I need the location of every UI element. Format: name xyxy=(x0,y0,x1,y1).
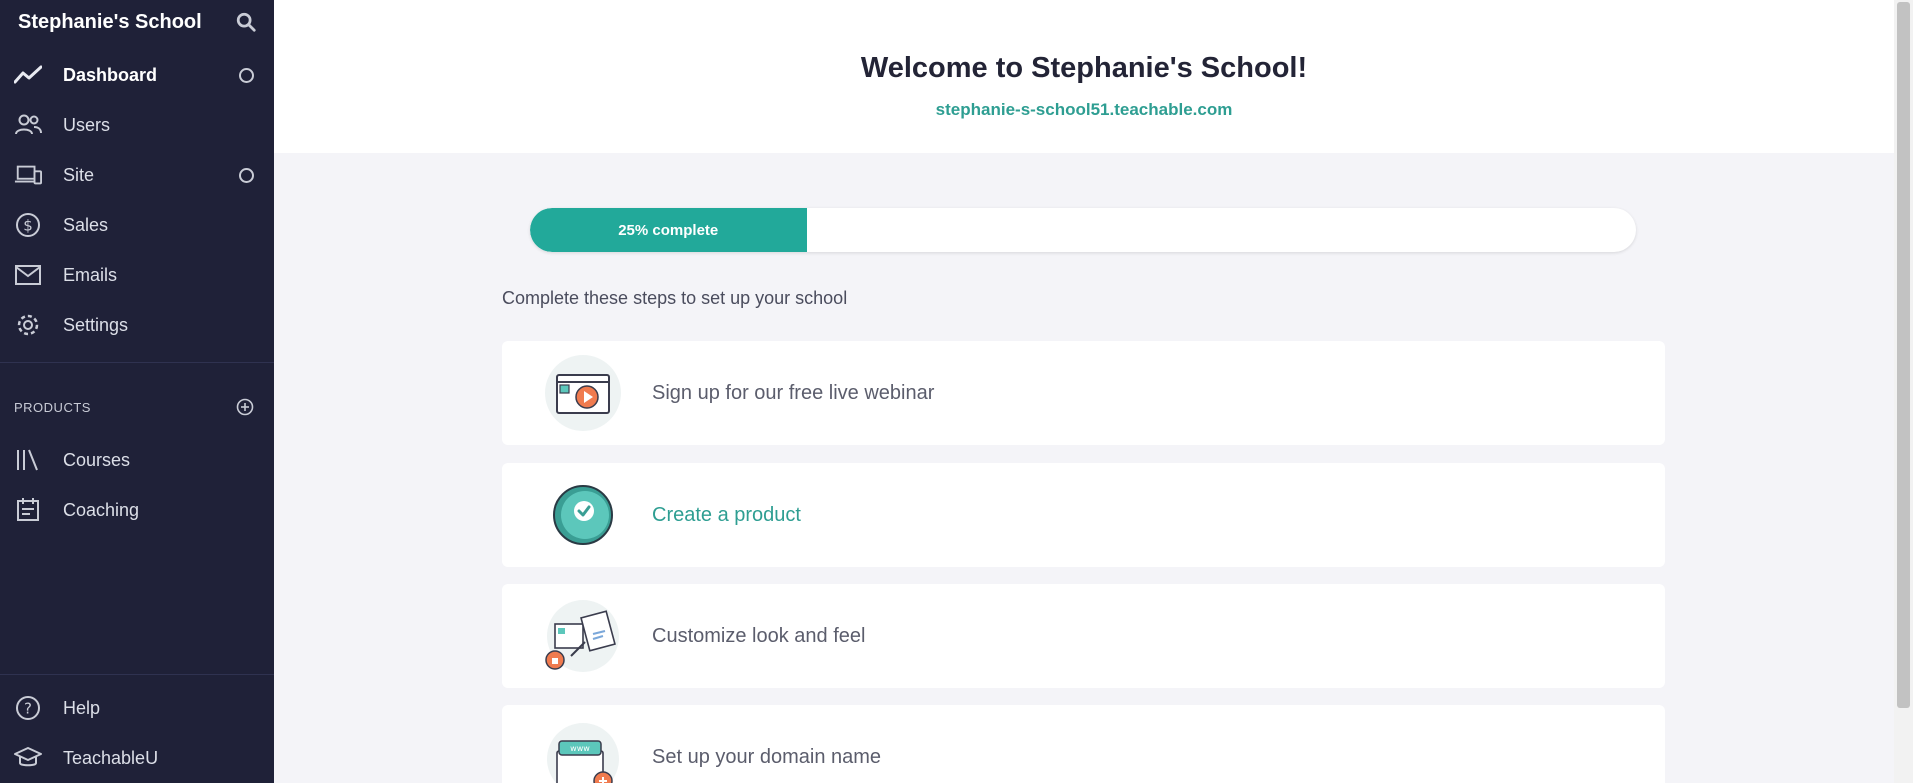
envelope-icon xyxy=(14,261,42,289)
help-circle-icon: ? xyxy=(14,694,42,722)
svg-text:www: www xyxy=(570,744,590,753)
nav-item-users[interactable]: Users xyxy=(0,100,274,150)
devices-icon xyxy=(14,161,42,189)
nav-label: Emails xyxy=(63,264,118,285)
graduation-cap-icon xyxy=(14,744,42,772)
nav-item-dashboard[interactable]: Dashboard xyxy=(0,50,274,100)
gear-icon xyxy=(14,311,42,339)
search-icon[interactable] xyxy=(235,11,257,33)
status-dot-icon xyxy=(239,167,254,183)
step-label: Create a product xyxy=(652,503,801,526)
nav-item-courses[interactable]: Courses xyxy=(0,435,274,485)
nav-item-teachableu[interactable]: TeachableU xyxy=(0,733,274,783)
main-content: Welcome to Stephanie's School! stephanie… xyxy=(274,0,1894,783)
products-nav: Courses Coaching xyxy=(0,435,274,535)
check-badge-icon xyxy=(538,470,628,560)
main-nav: Dashboard Users Site $ Sales Emails Sett… xyxy=(0,50,274,350)
nav-label: TeachableU xyxy=(63,747,159,768)
svg-text:$: $ xyxy=(23,217,33,235)
calendar-icon xyxy=(14,496,42,524)
library-icon xyxy=(14,446,42,474)
webinar-illustration-icon xyxy=(538,348,628,438)
nav-label: Settings xyxy=(63,314,129,335)
scrollbar[interactable] xyxy=(1894,0,1913,783)
nav-label: Coaching xyxy=(63,499,140,520)
nav-item-emails[interactable]: Emails xyxy=(0,250,274,300)
bottom-nav: ? Help TeachableU xyxy=(0,683,274,783)
sidebar-header: Stephanie's School xyxy=(0,0,274,44)
trend-line-icon xyxy=(14,61,42,89)
step-domain[interactable]: www Set up your domain name xyxy=(502,705,1665,783)
dollar-circle-icon: $ xyxy=(14,211,42,239)
nav-item-coaching[interactable]: Coaching xyxy=(0,485,274,535)
nav-label: Users xyxy=(63,114,111,135)
nav-label: Dashboard xyxy=(63,64,158,85)
school-url-link[interactable]: stephanie-s-school51.teachable.com xyxy=(936,100,1233,120)
nav-item-site[interactable]: Site xyxy=(0,150,274,200)
nav-item-sales[interactable]: $ Sales xyxy=(0,200,274,250)
add-product-icon[interactable] xyxy=(236,398,254,416)
steps-intro: Complete these steps to set up your scho… xyxy=(502,288,848,308)
step-label: Customize look and feel xyxy=(652,624,866,647)
step-label: Set up your domain name xyxy=(652,745,882,768)
step-create-product[interactable]: Create a product xyxy=(502,463,1665,567)
step-webinar[interactable]: Sign up for our free live webinar xyxy=(502,341,1665,445)
page-title: Welcome to Stephanie's School! xyxy=(860,52,1308,84)
nav-label: Help xyxy=(63,697,101,718)
nav-label: Site xyxy=(63,164,95,185)
progress-bar: 25% complete xyxy=(530,208,1636,252)
scrollbar-thumb[interactable] xyxy=(1897,2,1910,708)
step-customize[interactable]: Customize look and feel xyxy=(502,584,1665,688)
progress-fill: 25% complete xyxy=(530,208,807,252)
users-icon xyxy=(14,111,42,139)
welcome-hero: Welcome to Stephanie's School! stephanie… xyxy=(274,0,1894,153)
status-dot-icon xyxy=(239,67,254,83)
sidebar-bottom: ? Help TeachableU xyxy=(0,674,274,783)
customize-illustration-icon xyxy=(538,591,628,681)
products-header: PRODUCTS xyxy=(0,363,274,443)
products-label: PRODUCTS xyxy=(14,399,91,415)
nav-label: Courses xyxy=(63,449,131,470)
domain-illustration-icon: www xyxy=(538,712,628,783)
nav-item-help[interactable]: ? Help xyxy=(0,683,274,733)
nav-item-settings[interactable]: Settings xyxy=(0,300,274,350)
progress-label: 25% complete xyxy=(618,221,719,239)
nav-label: Sales xyxy=(63,214,109,235)
step-label: Sign up for our free live webinar xyxy=(652,381,935,404)
svg-text:?: ? xyxy=(24,700,32,718)
school-name[interactable]: Stephanie's School xyxy=(18,11,202,34)
sidebar: Stephanie's School Dashboard Users Site xyxy=(0,0,274,783)
